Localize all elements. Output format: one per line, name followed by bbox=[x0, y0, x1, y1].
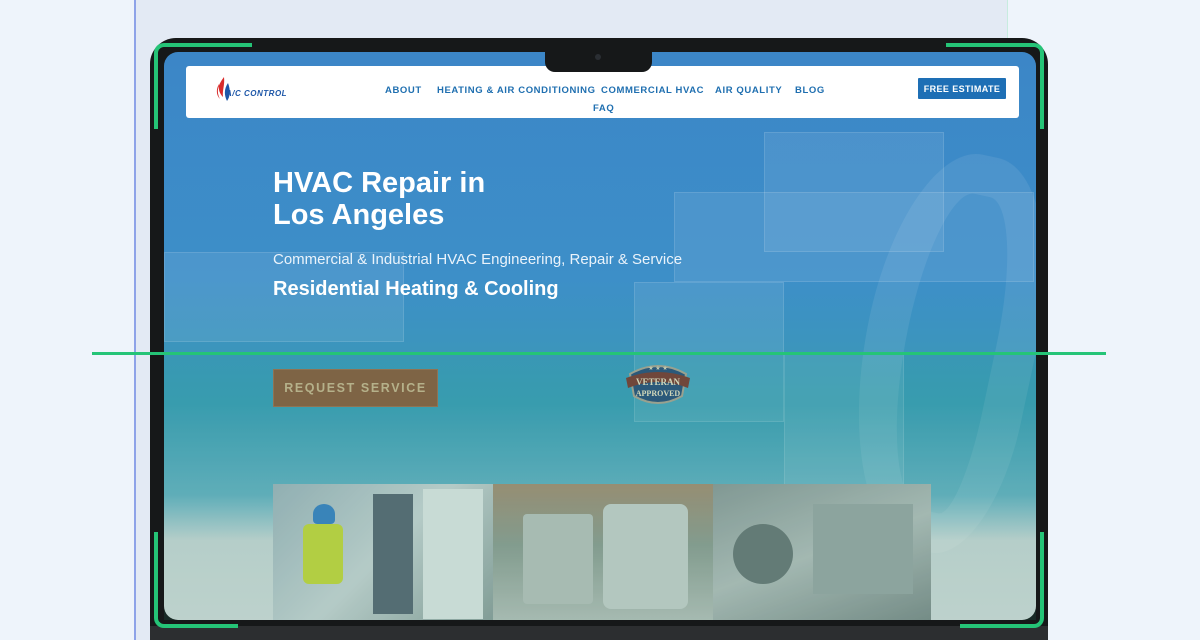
hero-title-line1: HVAC Repair in bbox=[273, 167, 486, 199]
condenser-unit bbox=[523, 514, 593, 604]
website-screen: A/C CONTROL ABOUT HEATING & AIR CONDITIO… bbox=[164, 52, 1036, 620]
frame-corner-top-left bbox=[154, 43, 252, 129]
hero-title: HVAC Repair in Los Angeles bbox=[273, 167, 653, 231]
frame-corner-bottom-right bbox=[960, 532, 1044, 628]
guide-line bbox=[92, 352, 1106, 355]
laptop-base bbox=[150, 626, 1048, 640]
nav-faq[interactable]: FAQ bbox=[593, 103, 614, 114]
nav-heating-air-conditioning[interactable]: HEATING & AIR CONDITIONING bbox=[437, 85, 596, 96]
hero-title-line2: Los Angeles bbox=[273, 199, 445, 231]
condenser-unit bbox=[603, 504, 688, 609]
camera-notch bbox=[545, 42, 652, 72]
fan bbox=[733, 524, 793, 584]
ac-condenser-photo[interactable] bbox=[493, 484, 713, 620]
hero-subtitle-residential: Residential Heating & Cooling bbox=[273, 278, 559, 300]
nav-blog[interactable]: BLOG bbox=[795, 85, 825, 96]
duct bbox=[813, 504, 913, 594]
veteran-approved-badge: VETERAN APPROVED ★ ★ ★ bbox=[626, 365, 690, 404]
technician-photo[interactable] bbox=[273, 484, 493, 620]
badge-line1: VETERAN bbox=[636, 377, 681, 387]
nav-air-quality[interactable]: AIR QUALITY bbox=[715, 85, 782, 96]
hvac-ductwork-photo[interactable] bbox=[713, 484, 931, 620]
cabinet bbox=[423, 489, 483, 619]
request-service-button[interactable]: REQUEST SERVICE bbox=[273, 369, 438, 407]
control-panel bbox=[373, 494, 413, 614]
badge-stars: ★ ★ ★ bbox=[648, 365, 667, 372]
site-navbar: A/C CONTROL ABOUT HEATING & AIR CONDITIO… bbox=[186, 66, 1019, 118]
hard-hat bbox=[313, 504, 335, 524]
nav-about[interactable]: ABOUT bbox=[385, 85, 422, 96]
frame-corner-bottom-left bbox=[154, 532, 238, 628]
service-photo-strip bbox=[273, 484, 931, 620]
frame-corner-top-right bbox=[946, 43, 1044, 129]
hero-subtitle: Commercial & Industrial HVAC Engineering… bbox=[273, 251, 683, 268]
nav-commercial-hvac[interactable]: COMMERCIAL HVAC bbox=[601, 85, 704, 96]
safety-vest bbox=[303, 524, 343, 584]
badge-line2: APPROVED bbox=[636, 389, 681, 398]
